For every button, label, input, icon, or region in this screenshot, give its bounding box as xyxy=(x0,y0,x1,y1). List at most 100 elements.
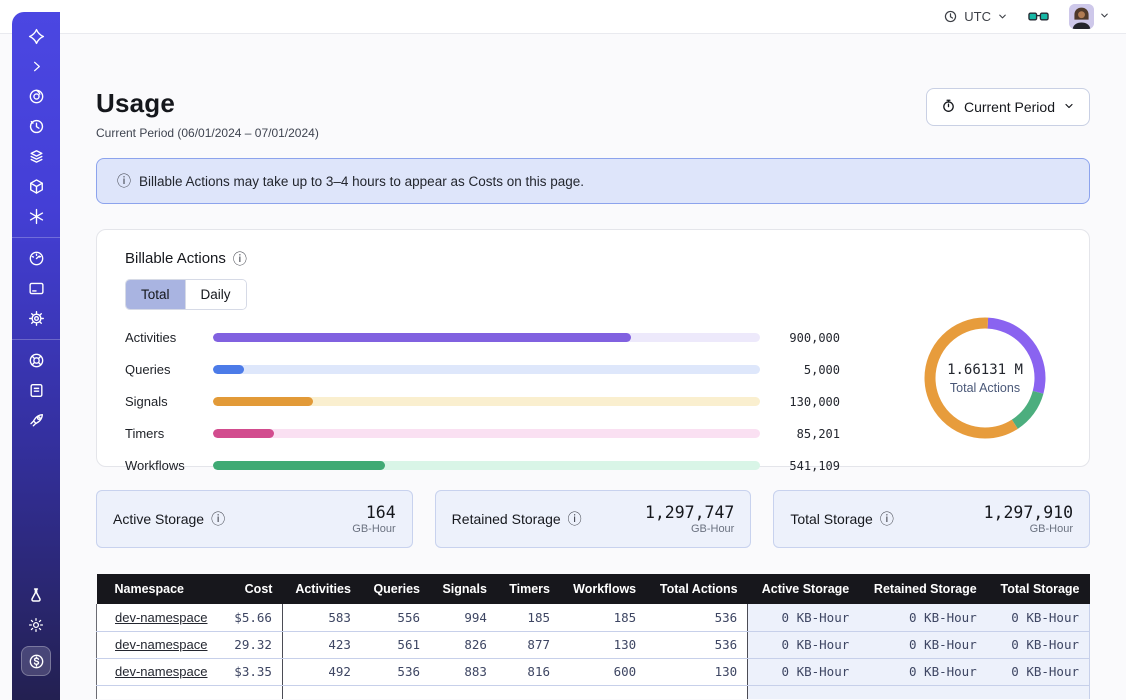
bar-track xyxy=(213,461,760,470)
total-storage-unit: GB-Hour xyxy=(984,523,1073,535)
table-cell: 185 xyxy=(560,604,646,631)
table-cell: 556 xyxy=(361,604,430,631)
table-cell: 561 xyxy=(361,631,430,658)
namespace-usage-table: NamespaceCostActivitiesQueriesSignalsTim… xyxy=(96,574,1090,699)
web-ui-icon[interactable] xyxy=(21,280,51,297)
info-icon[interactable]: ⓘ xyxy=(568,512,582,526)
bar-track xyxy=(213,333,760,342)
sidebar-group xyxy=(12,352,60,429)
bar-row-signals: Signals130,000 xyxy=(125,394,840,409)
table-cell: 0 KB-Hour xyxy=(859,604,986,631)
stopwatch-icon xyxy=(941,98,956,116)
info-banner: ⓘ Billable Actions may take up to 3–4 ho… xyxy=(96,158,1090,204)
tab-daily[interactable]: Daily xyxy=(186,280,246,309)
current-period-subtitle: Current Period (06/01/2024 – 07/01/2024) xyxy=(96,126,319,140)
table-row: dev-namespace$3.354925368838166001300 KB… xyxy=(97,658,1090,685)
usage-gauge-icon[interactable] xyxy=(21,250,51,267)
deployments-icon[interactable] xyxy=(21,148,51,165)
table-cell: 130 xyxy=(560,631,646,658)
total-actions-label: Total Actions xyxy=(950,381,1020,395)
col-header-namespace: Namespace xyxy=(97,574,223,604)
col-header-activities: Activities xyxy=(282,574,360,604)
table-cell: 0 KB-Hour xyxy=(859,658,986,685)
namespace-link[interactable]: dev-namespace xyxy=(115,637,208,652)
support-lifering-icon[interactable] xyxy=(21,352,51,369)
bar-value: 5,000 xyxy=(760,363,840,377)
bar-value: 900,000 xyxy=(760,331,840,345)
active-storage-value: 164 xyxy=(352,503,395,522)
expand-chevron-icon[interactable] xyxy=(21,58,51,75)
nexus-asterisk-icon[interactable] xyxy=(21,208,51,225)
temporal-logo-icon[interactable] xyxy=(21,28,51,45)
table-cell: 0 KB-Hour xyxy=(987,631,1090,658)
clock-icon xyxy=(943,9,958,24)
avatar xyxy=(1069,4,1094,29)
col-header-total-storage: Total Storage xyxy=(987,574,1090,604)
timezone-selector[interactable]: UTC xyxy=(943,9,1008,24)
active-storage-unit: GB-Hour xyxy=(352,523,395,535)
table-cell: 492 xyxy=(282,658,360,685)
user-menu[interactable] xyxy=(1069,4,1110,29)
bar-track xyxy=(213,397,760,406)
chevron-down-icon xyxy=(1063,99,1075,115)
timezone-label: UTC xyxy=(964,9,991,24)
info-icon: ⓘ xyxy=(117,174,131,188)
table-row-partial xyxy=(97,685,1090,699)
info-icon[interactable]: ⓘ xyxy=(880,512,894,526)
table-cell: 583 xyxy=(282,604,360,631)
labs-glasses-icon[interactable] xyxy=(1028,9,1049,24)
bar-value: 130,000 xyxy=(760,395,840,409)
bar-label: Workflows xyxy=(125,458,213,473)
billing-dollar-icon[interactable] xyxy=(21,646,51,676)
col-header-active-storage: Active Storage xyxy=(748,574,860,604)
banner-text: Billable Actions may take up to 3–4 hour… xyxy=(139,174,584,189)
main-content: Usage Current Period (06/01/2024 – 07/01… xyxy=(60,34,1126,700)
table-cell: 536 xyxy=(646,604,748,631)
bar-track xyxy=(213,429,760,438)
bar-row-timers: Timers85,201 xyxy=(125,426,840,441)
docs-book-icon[interactable] xyxy=(21,382,51,399)
bar-value: 85,201 xyxy=(760,427,840,441)
retained-storage-value: 1,297,747 xyxy=(645,503,734,522)
settings-gear-icon[interactable] xyxy=(21,310,51,327)
namespaces-icon[interactable] xyxy=(21,88,51,105)
table-cell: 130 xyxy=(646,658,748,685)
namespace-link[interactable]: dev-namespace xyxy=(115,664,208,679)
bar-fill xyxy=(213,333,631,342)
app-window: UTC xyxy=(0,0,1126,700)
namespace-link[interactable]: dev-namespace xyxy=(115,610,208,625)
info-icon[interactable]: ⓘ xyxy=(233,252,247,266)
getting-started-rocket-icon[interactable] xyxy=(21,412,51,429)
theme-sun-icon[interactable] xyxy=(21,616,51,633)
table-cell: 826 xyxy=(430,631,497,658)
tab-total[interactable]: Total xyxy=(126,280,186,309)
sidebar-divider xyxy=(12,339,60,340)
sidebar-group xyxy=(12,250,60,327)
table-cell: 877 xyxy=(497,631,560,658)
lab-flask-icon[interactable] xyxy=(21,586,51,603)
sidebar-divider xyxy=(12,237,60,238)
total-storage-card: Total Storage ⓘ 1,297,910 GB-Hour xyxy=(773,490,1090,548)
workflows-cube-icon[interactable] xyxy=(21,178,51,195)
col-header-signals: Signals xyxy=(430,574,497,604)
retained-storage-card: Retained Storage ⓘ 1,297,747 GB-Hour xyxy=(435,490,752,548)
table-cell: 816 xyxy=(497,658,560,685)
table-cell: 600 xyxy=(560,658,646,685)
sidebar xyxy=(12,12,60,700)
billable-actions-card: Billable Actions ⓘ TotalDaily Activities… xyxy=(96,229,1090,467)
schedules-icon[interactable] xyxy=(21,118,51,135)
page-title: Usage xyxy=(96,88,319,119)
table-cell: 0 KB-Hour xyxy=(748,658,860,685)
col-header-cost: Cost xyxy=(222,574,282,604)
bar-fill xyxy=(213,397,313,406)
table-row: dev-namespace29.324235618268771305360 KB… xyxy=(97,631,1090,658)
table-row: dev-namespace$5.665835569941851855360 KB… xyxy=(97,604,1090,631)
bar-row-activities: Activities900,000 xyxy=(125,330,840,345)
topbar: UTC xyxy=(0,0,1126,34)
period-selector-button[interactable]: Current Period xyxy=(926,88,1090,126)
info-icon[interactable]: ⓘ xyxy=(211,512,225,526)
billable-actions-bar-chart: Activities900,000Queries5,000Signals130,… xyxy=(125,330,840,473)
storage-summary-row: Active Storage ⓘ 164 GB-Hour Retained St… xyxy=(96,490,1090,548)
total-actions-donut-chart: 1.66131 M Total Actions xyxy=(921,314,1049,442)
bar-fill xyxy=(213,429,274,438)
